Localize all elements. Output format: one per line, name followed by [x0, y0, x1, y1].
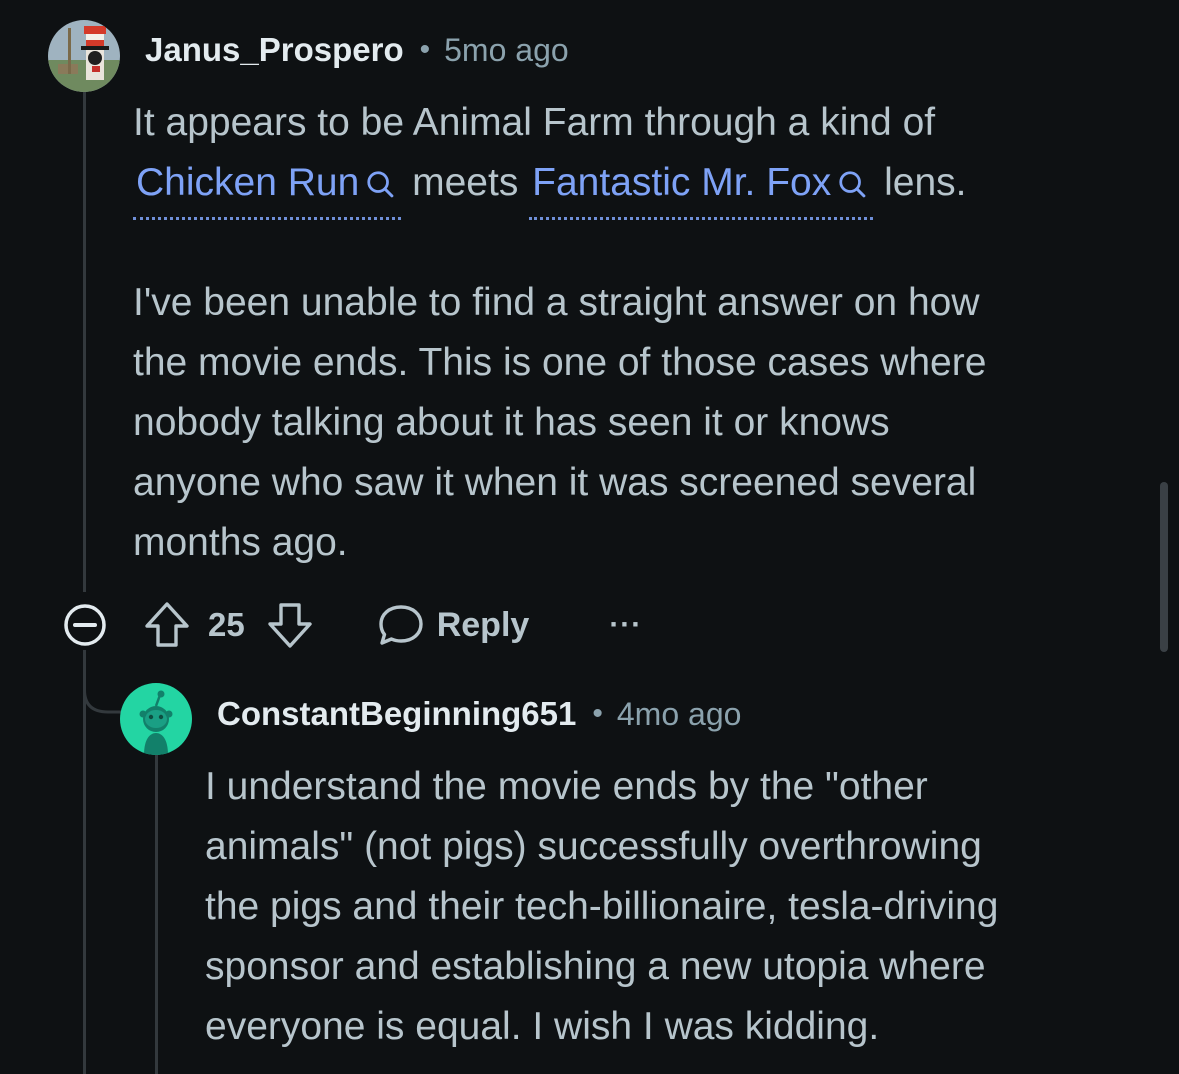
meta-separator: • — [592, 697, 603, 730]
score-count: 25 — [208, 606, 245, 643]
user-avatar-janus[interactable] — [48, 20, 120, 92]
link-connector: meets — [412, 161, 519, 204]
collapse-icon — [64, 604, 106, 646]
timestamp[interactable]: 5mo ago — [444, 32, 569, 69]
reply-author-name[interactable]: ConstantBeginning651 — [217, 695, 576, 733]
comment-body: It appears to be Animal Farm through a k… — [133, 93, 986, 573]
link-trailing-text: lens. — [884, 161, 967, 204]
search-link-fantastic-mr-fox[interactable]: Fantastic Mr. Fox — [529, 153, 874, 220]
downvote-icon — [268, 603, 312, 648]
search-link-chicken-run[interactable]: Chicken Run — [133, 153, 402, 220]
search-icon — [367, 171, 394, 198]
comment-line: months ago. — [133, 521, 348, 564]
comment-line: I've been unable to find a straight answ… — [133, 281, 980, 324]
meta-separator: • — [419, 33, 431, 66]
reply-line: I understand the movie ends by the "othe… — [205, 765, 928, 808]
reply-line: animals" (not pigs) successfully overthr… — [205, 825, 982, 868]
search-icon — [839, 171, 866, 198]
reply-line: the pigs and their tech-billionaire, tes… — [205, 885, 999, 928]
comment-line: the movie ends. This is one of those cas… — [133, 341, 987, 384]
reply-body: I understand the movie ends by the "othe… — [205, 757, 998, 1057]
author-name[interactable]: Janus_Prospero — [145, 31, 404, 69]
reply-label: Reply — [436, 605, 530, 644]
thread-line-main — [83, 92, 86, 592]
comment-line: nobody talking about it has seen it or k… — [133, 401, 890, 444]
more-options-button[interactable]: ··· — [609, 608, 642, 642]
reply-button[interactable]: Reply — [377, 602, 530, 648]
upvote-icon — [145, 602, 189, 647]
thread-line-reply — [155, 755, 158, 1074]
comment-line: It appears to be Animal Farm through a k… — [133, 101, 936, 144]
reply-line: sponsor and establishing a new utopia wh… — [205, 945, 986, 988]
reply-timestamp[interactable]: 4mo ago — [617, 696, 742, 733]
collapse-button[interactable] — [62, 602, 108, 648]
comment-line: anyone who saw it when it was screened s… — [133, 461, 977, 504]
link-text: Chicken Run — [136, 161, 360, 204]
upvote-button[interactable] — [144, 600, 190, 650]
comment-action-bar: 25 Reply ··· — [62, 600, 642, 650]
scrollbar-thumb[interactable] — [1160, 482, 1168, 652]
downvote-button[interactable] — [267, 600, 313, 650]
reply-line: everyone is equal. I wish I was kidding. — [205, 1005, 880, 1048]
link-text: Fantastic Mr. Fox — [532, 161, 832, 204]
reply-header: ConstantBeginning651 • 4mo ago — [217, 692, 741, 736]
comment-line-with-links: Chicken Run meets Fantastic Mr. Fox lens… — [133, 153, 986, 220]
comment-header: Janus_Prospero • 5mo ago — [145, 28, 569, 72]
user-avatar-constantbeginning[interactable] — [120, 683, 192, 755]
thread-branch-curve — [83, 650, 126, 714]
reply-bubble-icon — [379, 605, 423, 645]
